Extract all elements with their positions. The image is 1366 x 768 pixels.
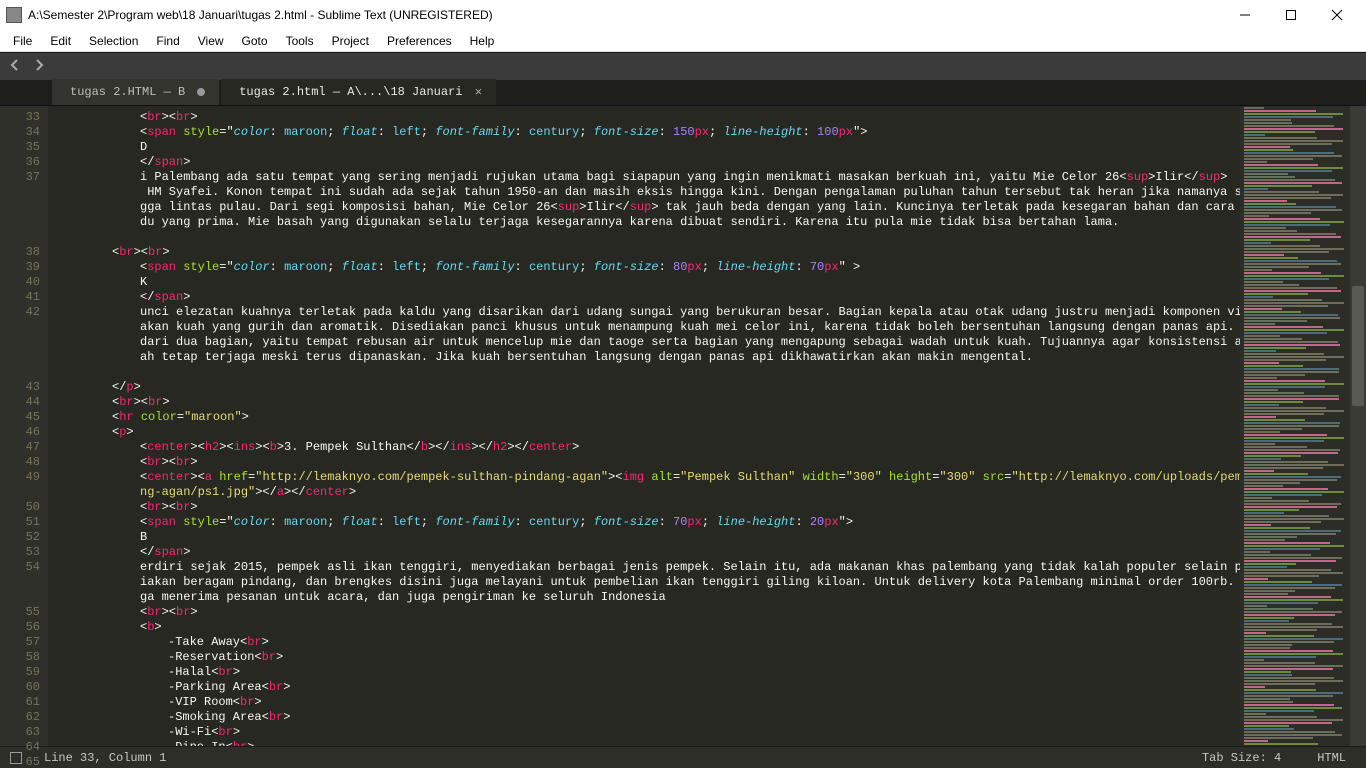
close-icon[interactable]: × xyxy=(474,85,482,100)
code-line[interactable]: <center><h2><ins><b>3. Pempek Sulthan</b… xyxy=(56,440,1366,455)
menu-goto[interactable]: Goto xyxy=(233,32,277,50)
menu-edit[interactable]: Edit xyxy=(41,32,80,50)
minimize-button[interactable] xyxy=(1222,0,1268,30)
code-line[interactable]: <span style="color: maroon; float: left;… xyxy=(56,125,1366,140)
tab-file-2[interactable]: tugas 2.html — A\...\18 Januari × xyxy=(221,79,496,105)
menu-project[interactable]: Project xyxy=(323,32,378,50)
cursor-position: Line 33, Column 1 xyxy=(44,751,166,765)
tab-label: tugas 2.html — A\...\18 Januari xyxy=(239,85,462,99)
code-line[interactable]: -Reservation<br> xyxy=(56,650,1366,665)
code-line[interactable]: <br><br> xyxy=(56,110,1366,125)
code-line[interactable]: D xyxy=(56,140,1366,155)
title-bar: A:\Semester 2\Program web\18 Januari\tug… xyxy=(0,0,1366,30)
code-line[interactable]: -VIP Room<br> xyxy=(56,695,1366,710)
code-line[interactable]: -Smoking Area<br> xyxy=(56,710,1366,725)
menu-help[interactable]: Help xyxy=(461,32,504,50)
menu-preferences[interactable]: Preferences xyxy=(378,32,461,50)
code-area[interactable]: <br><br><span style="color: maroon; floa… xyxy=(48,106,1366,746)
vertical-scrollbar[interactable] xyxy=(1350,106,1366,746)
code-line[interactable]: </p> xyxy=(56,380,1366,395)
code-line[interactable]: <br><br> xyxy=(56,395,1366,410)
toolbar xyxy=(0,52,1366,80)
code-line[interactable]: K xyxy=(56,275,1366,290)
code-line[interactable]: </span> xyxy=(56,545,1366,560)
nav-back-icon[interactable] xyxy=(8,58,22,76)
scrollbar-thumb[interactable] xyxy=(1352,286,1364,406)
menu-find[interactable]: Find xyxy=(147,32,188,50)
code-line[interactable]: <br><br> xyxy=(56,605,1366,620)
code-line[interactable]: </span> xyxy=(56,290,1366,305)
code-line[interactable]: B xyxy=(56,530,1366,545)
menu-selection[interactable]: Selection xyxy=(80,32,147,50)
code-line[interactable]: <b> xyxy=(56,620,1366,635)
window-title: A:\Semester 2\Program web\18 Januari\tug… xyxy=(28,8,493,22)
menu-file[interactable]: File xyxy=(4,32,41,50)
nav-forward-icon[interactable] xyxy=(32,58,46,76)
code-line[interactable]: <hr color="maroon"> xyxy=(56,410,1366,425)
menu-bar: File Edit Selection Find View Goto Tools… xyxy=(0,30,1366,52)
gutter: 3334353637383940414243444546474849505152… xyxy=(0,106,48,746)
tab-size[interactable]: Tab Size: 4 xyxy=(1192,751,1291,765)
tab-file-1[interactable]: tugas 2.HTML — B xyxy=(52,79,219,105)
status-bar: Line 33, Column 1 Tab Size: 4 HTML xyxy=(0,746,1366,768)
code-line[interactable]: <br><br> xyxy=(56,500,1366,515)
code-line[interactable]: -Dine In<br> xyxy=(56,740,1366,746)
code-line[interactable]: -Take Away<br> xyxy=(56,635,1366,650)
tab-label: tugas 2.HTML — B xyxy=(70,85,185,99)
code-line[interactable]: <br><br> xyxy=(56,455,1366,470)
syntax-mode[interactable]: HTML xyxy=(1307,751,1356,765)
code-line[interactable]: <p> xyxy=(56,425,1366,440)
code-line[interactable]: -Halal<br> xyxy=(56,665,1366,680)
code-line[interactable]: -Wi-Fi<br> xyxy=(56,725,1366,740)
app-icon xyxy=(6,7,22,23)
maximize-button[interactable] xyxy=(1268,0,1314,30)
code-line[interactable]: <span style="color: maroon; float: left;… xyxy=(56,260,1366,275)
menu-view[interactable]: View xyxy=(189,32,233,50)
code-line[interactable]: i Palembang ada satu tempat yang sering … xyxy=(56,170,1366,245)
code-line[interactable]: <center><a href="http://lemaknyo.com/pem… xyxy=(56,470,1366,500)
editor[interactable]: 3334353637383940414243444546474849505152… xyxy=(0,106,1366,746)
code-line[interactable]: -Parking Area<br> xyxy=(56,680,1366,695)
minimap[interactable] xyxy=(1240,106,1350,746)
code-line[interactable]: <br><br> xyxy=(56,245,1366,260)
menu-tools[interactable]: Tools xyxy=(277,32,323,50)
dirty-dot-icon xyxy=(197,88,205,96)
code-line[interactable]: erdiri sejak 2015, pempek asli ikan teng… xyxy=(56,560,1366,605)
code-line[interactable]: </span> xyxy=(56,155,1366,170)
tab-strip: tugas 2.HTML — B tugas 2.html — A\...\18… xyxy=(0,80,1366,106)
code-line[interactable]: unci elezatan kuahnya terletak pada kald… xyxy=(56,305,1366,380)
code-line[interactable]: <span style="color: maroon; float: left;… xyxy=(56,515,1366,530)
close-button[interactable] xyxy=(1314,0,1360,30)
